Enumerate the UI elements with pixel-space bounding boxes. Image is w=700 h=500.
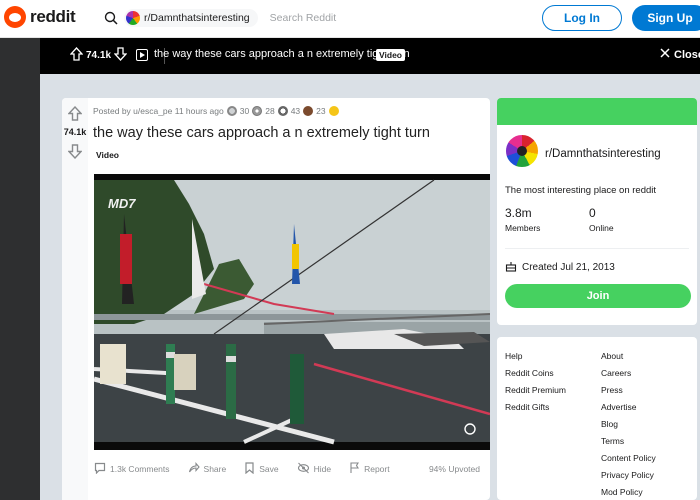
community-name[interactable]: r/Damnthatsinteresting — [545, 148, 661, 160]
top-header: reddit r/Damnthatsinteresting Search Red… — [0, 0, 700, 38]
silver-award-icon[interactable] — [226, 106, 237, 116]
online-count: 0 — [589, 206, 596, 220]
community-avatar[interactable] — [504, 133, 540, 169]
search-icon — [104, 11, 118, 25]
post-card: 74.1k Posted by u/esca_pe 11 hours ago 3… — [62, 98, 490, 500]
comments-label: 1.3k Comments — [110, 464, 170, 474]
footer-links-card: Help Reddit Coins Reddit Premium Reddit … — [497, 337, 697, 500]
bookmark-icon — [244, 462, 255, 476]
post-score: 74.1k — [63, 127, 87, 137]
post-overlay-bar: 74.1k the way these cars approach a n ex… — [40, 38, 700, 74]
created-date: Created Jul 21, 2013 — [505, 260, 615, 275]
post-upvote-icon[interactable] — [67, 105, 83, 126]
postbar-votes: 74.1k — [69, 47, 128, 64]
footer-link-mod-policy[interactable]: Mod Policy — [601, 487, 643, 497]
award-count: 23 — [316, 106, 326, 116]
vote-column: 74.1k — [62, 98, 88, 500]
subreddit-pill-label: r/Damnthatsinteresting — [144, 12, 250, 24]
join-button[interactable]: Join — [505, 284, 691, 308]
logo-text: reddit — [30, 7, 76, 26]
members-count: 3.8m — [505, 206, 532, 220]
share-button[interactable]: Share — [188, 462, 227, 476]
award-count: 30 — [239, 106, 250, 116]
postbar-score: 74.1k — [86, 50, 112, 61]
upvote-ratio: 94% Upvoted — [428, 464, 480, 474]
community-description: The most interesting place on reddit — [505, 185, 657, 196]
hide-icon — [297, 462, 310, 476]
post-flair[interactable]: Video — [96, 150, 119, 160]
report-label: Report — [364, 464, 390, 474]
footer-link-reddit-premium[interactable]: Reddit Premium — [505, 385, 566, 395]
video-post-icon — [136, 49, 148, 61]
close-icon — [660, 48, 670, 61]
save-button[interactable]: Save — [244, 462, 279, 476]
cake-icon — [505, 260, 517, 275]
upvote-arrow-icon[interactable] — [69, 47, 84, 64]
signup-button[interactable]: Sign Up — [632, 5, 700, 31]
video-player[interactable]: MD7 — [94, 174, 490, 450]
footer-link-content-policy[interactable]: Content Policy — [601, 453, 656, 463]
footer-link-blog[interactable]: Blog — [601, 419, 618, 429]
footer-link-help[interactable]: Help — [505, 351, 522, 361]
subreddit-avatar-icon — [126, 11, 140, 25]
community-banner — [497, 98, 697, 125]
award-count: 28 — [265, 106, 275, 116]
footer-link-reddit-coins[interactable]: Reddit Coins — [505, 368, 554, 378]
search-input[interactable]: Search Reddit — [270, 12, 337, 24]
comments-button[interactable]: 1.3k Comments — [94, 462, 170, 476]
gold-award-icon[interactable] — [328, 106, 339, 116]
community-card: r/Damnthatsinteresting The most interest… — [497, 98, 697, 325]
footer-link-reddit-gifts[interactable]: Reddit Gifts — [505, 402, 549, 412]
downvote-arrow-icon[interactable] — [113, 47, 128, 64]
postbar-flair: Video — [376, 49, 405, 61]
post-downvote-icon[interactable] — [67, 144, 83, 164]
helpful-award-icon[interactable] — [252, 106, 263, 116]
hide-button[interactable]: Hide — [297, 462, 331, 476]
report-button[interactable]: Report — [349, 462, 390, 476]
postbar-title: the way these cars approach a n extremel… — [154, 48, 410, 60]
footer-link-about[interactable]: About — [601, 351, 623, 361]
subreddit-filter-pill[interactable]: r/Damnthatsinteresting — [124, 9, 258, 27]
footer-link-terms[interactable]: Terms — [601, 436, 624, 446]
post-title[interactable]: the way these cars approach a n extremel… — [93, 125, 483, 141]
footer-link-advertise[interactable]: Advertise — [601, 402, 636, 412]
save-label: Save — [259, 464, 279, 474]
search-bar[interactable]: r/Damnthatsinteresting Search Reddit — [104, 6, 336, 30]
close-button[interactable]: Close — [660, 48, 700, 61]
bear-award-icon[interactable] — [303, 106, 314, 116]
share-label: Share — [203, 464, 227, 474]
close-label: Close — [674, 48, 700, 61]
post-meta: Posted by u/esca_pe 11 hours ago 30 28 4… — [93, 106, 339, 116]
footer-link-press[interactable]: Press — [601, 385, 623, 395]
video-frame: MD7 — [94, 174, 490, 450]
members-label: Members — [505, 223, 541, 233]
award-count: 43 — [290, 106, 301, 116]
reddit-snoo-icon — [4, 6, 26, 28]
login-button[interactable]: Log In — [542, 5, 622, 31]
share-icon — [188, 462, 200, 476]
created-label: Created Jul 21, 2013 — [522, 262, 615, 273]
reddit-logo[interactable]: reddit — [4, 6, 76, 28]
post-actions: 1.3k Comments Share Save Hide Report 94%… — [94, 458, 480, 480]
footer-link-careers[interactable]: Careers — [601, 368, 631, 378]
flag-icon — [349, 462, 360, 476]
comment-icon — [94, 462, 106, 476]
posted-by-text: Posted by u/esca_pe 11 hours ago — [93, 106, 224, 116]
wholesome-award-icon[interactable] — [277, 106, 288, 116]
video-watermark: MD7 — [108, 196, 136, 211]
footer-link-privacy-policy[interactable]: Privacy Policy — [601, 470, 654, 480]
online-label: Online — [589, 223, 614, 233]
hide-label: Hide — [313, 464, 332, 474]
community-divider — [505, 248, 689, 249]
